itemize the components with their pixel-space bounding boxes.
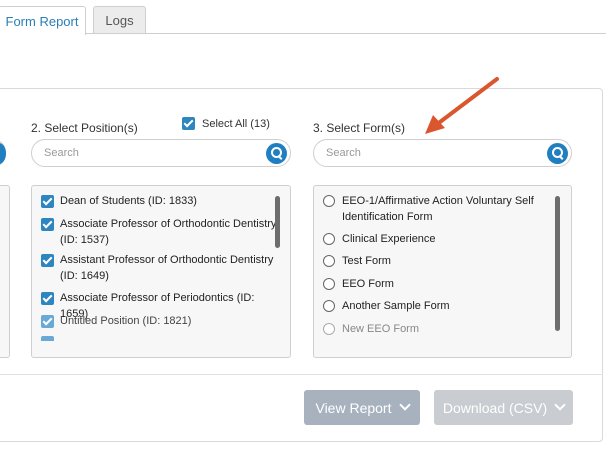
annotation-arrow-icon (425, 77, 499, 134)
tab-form-report[interactable]: Form Report (0, 6, 86, 35)
tab-form-report-label: Form Report (5, 13, 79, 29)
